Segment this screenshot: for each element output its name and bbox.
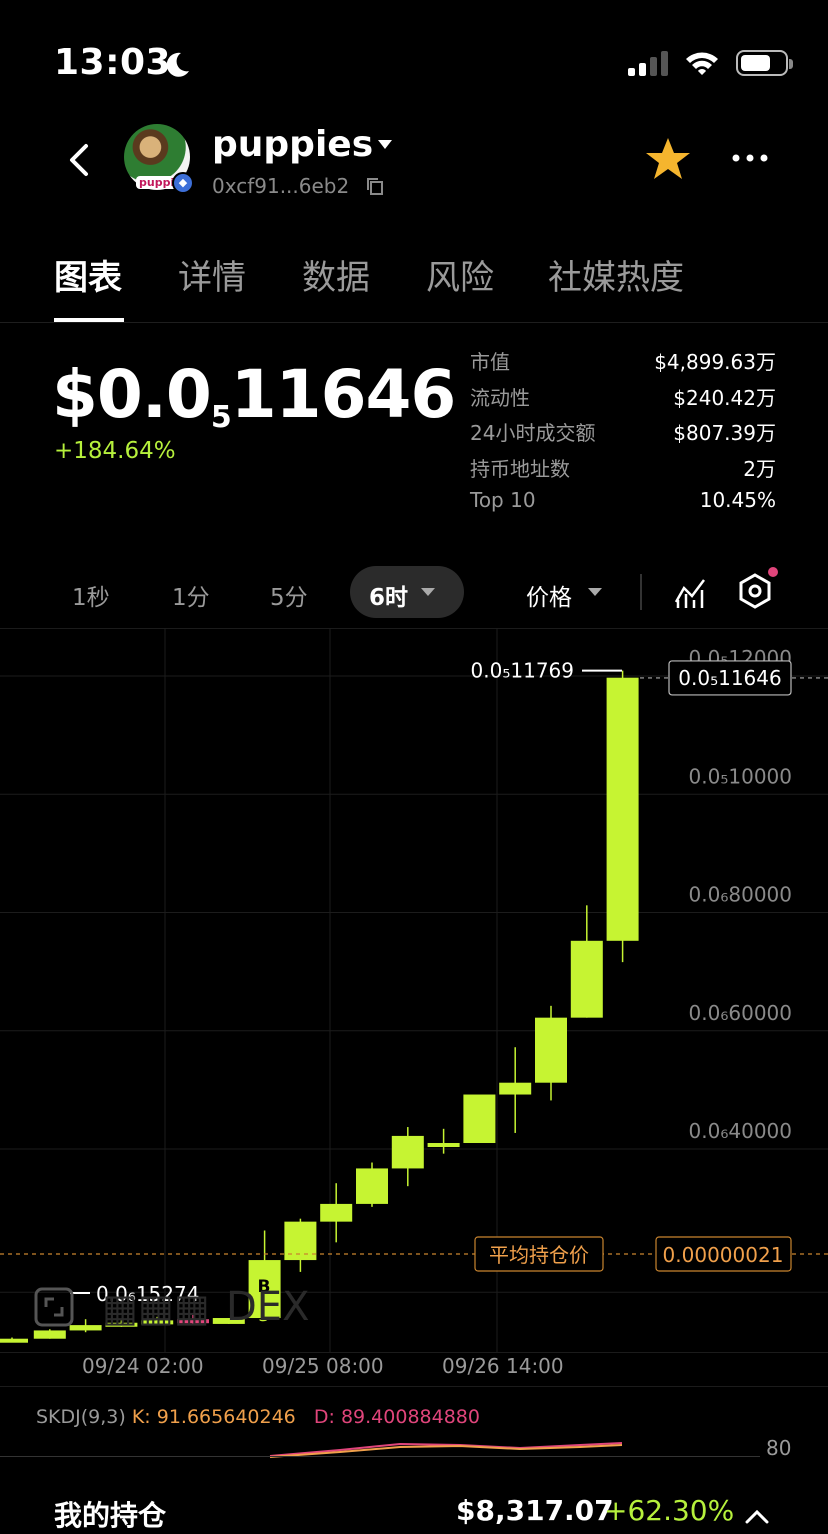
skdj-baseline — [0, 1456, 760, 1457]
indicator-icon[interactable] — [672, 574, 708, 610]
candle-body — [499, 1082, 532, 1095]
candle — [570, 905, 603, 1018]
candle — [33, 1329, 66, 1339]
stats-panel: 市值 $4,899.63万 流动性 $240.42万 24小时成交额 $807.39万… — [470, 346, 776, 524]
candle — [320, 1183, 353, 1243]
high-marker-label: 0.0₅11769 — [471, 659, 574, 683]
dex-watermark: DEX — [226, 1284, 310, 1330]
candle-body — [606, 677, 639, 941]
price-type-select[interactable]: 价格 — [526, 578, 572, 612]
candle — [0, 1337, 28, 1343]
tab-social[interactable]: 社媒热度 — [548, 250, 684, 299]
more-options-icon[interactable] — [730, 150, 770, 166]
chevron-up-icon[interactable] — [744, 1508, 770, 1524]
candle-body — [535, 1017, 567, 1083]
token-address: 0xcf91...6eb2 — [212, 174, 350, 198]
tab-chart[interactable]: 图表 — [54, 250, 122, 299]
y-axis-ticks: 0.0₅120000.0₅100000.0₆800000.0₆600000.0₆… — [689, 646, 792, 1143]
x-tick: 09/25 08:00 — [262, 1354, 384, 1378]
fullscreen-icon[interactable] — [34, 1287, 74, 1327]
x-tick: 09/24 02:00 — [82, 1354, 204, 1378]
toolbar-separator — [640, 574, 642, 610]
candle-body — [356, 1168, 388, 1204]
stat-row: 持币地址数 2万 — [470, 456, 776, 481]
candle-body — [570, 940, 603, 1018]
settings-notification-dot — [768, 567, 778, 577]
token-name[interactable]: puppies — [212, 124, 373, 165]
y-tick-label: 0.0₆60000 — [689, 1001, 792, 1025]
current-price: $0.0511646 — [52, 356, 456, 435]
okx-logo: ▦▦▦ — [102, 1286, 210, 1330]
current-price-label: 0.0₅11646 — [678, 666, 781, 690]
candle-body — [0, 1338, 28, 1343]
stat-row: 24小时成交额 $807.39万 — [470, 421, 776, 445]
timeframe-6h-label: 6时 — [369, 585, 409, 611]
candle — [499, 1047, 532, 1133]
candle — [391, 1127, 424, 1187]
stat-row: Top 10 10.45% — [470, 488, 776, 512]
timeframe-5m[interactable]: 5分 — [270, 578, 308, 612]
price-type-caret-icon — [588, 588, 602, 596]
candle — [427, 1128, 460, 1154]
skdj-readout: SKDJ(9,3) K: 91.665640246 D: 89.40088488… — [36, 1406, 480, 1428]
candle — [356, 1162, 388, 1207]
price-change: +184.64% — [54, 438, 176, 464]
stat-row: 流动性 $240.42万 — [470, 385, 776, 410]
candle — [69, 1319, 102, 1333]
y-tick-label: 0.0₅10000 — [689, 764, 792, 788]
ethereum-chain-icon: ◆ — [172, 172, 194, 194]
timeframe-1m[interactable]: 1分 — [172, 578, 210, 612]
avg-cost-value: 0.00000021 — [663, 1243, 784, 1267]
chart-settings-icon[interactable] — [736, 572, 774, 610]
status-time: 13:03 — [54, 42, 172, 83]
tab-bar: 图表 详情 数据 风险 社媒热度 — [0, 250, 828, 323]
candle-body — [463, 1094, 496, 1144]
candle-body — [33, 1330, 66, 1339]
tab-data[interactable]: 数据 — [302, 250, 370, 299]
moon-icon — [166, 52, 189, 77]
candle — [463, 1094, 496, 1144]
wifi-icon — [686, 52, 718, 75]
tab-risk[interactable]: 风险 — [426, 250, 494, 299]
x-tick: 09/26 14:00 — [442, 1354, 564, 1378]
signal-icon — [628, 50, 668, 76]
tab-active-indicator — [54, 318, 124, 322]
timeframe-1s[interactable]: 1秒 — [72, 578, 110, 612]
token-switch-caret-icon[interactable] — [378, 140, 392, 149]
stat-row: 市值 $4,899.63万 — [470, 350, 776, 374]
candle-body — [427, 1143, 460, 1148]
battery-icon — [736, 50, 793, 76]
tab-details[interactable]: 详情 — [178, 250, 246, 299]
candle — [284, 1218, 317, 1272]
chart-overlays: 0.0₅116460.0₅117690.0₆15274平均持仓价 0.000000… — [0, 659, 828, 1326]
holdings-label: 我的持仓 — [54, 1499, 167, 1532]
status-icons — [628, 50, 793, 76]
candle-body — [391, 1135, 424, 1169]
x-axis-border — [0, 1352, 828, 1353]
candle — [535, 1005, 567, 1101]
favorite-star-icon[interactable] — [644, 136, 692, 182]
timeframe-caret-icon — [421, 588, 435, 596]
copy-icon[interactable] — [366, 177, 384, 195]
holdings-value: $8,317.07 — [456, 1494, 614, 1527]
avg-cost-label: 平均持仓价 — [489, 1243, 589, 1267]
candle — [606, 670, 639, 963]
candle-body — [69, 1325, 102, 1331]
candle-body — [320, 1203, 353, 1222]
y-tick-label: 0.0₆40000 — [689, 1119, 792, 1143]
subchart-border — [0, 1386, 828, 1387]
holdings-change: +62.30% — [604, 1494, 735, 1527]
back-chevron-icon[interactable] — [62, 140, 98, 180]
candlestick-chart[interactable]: 0.0₅120000.0₅100000.0₆800000.0₆600000.0₆… — [0, 628, 828, 1352]
y-tick-label: 0.0₆80000 — [689, 883, 792, 907]
